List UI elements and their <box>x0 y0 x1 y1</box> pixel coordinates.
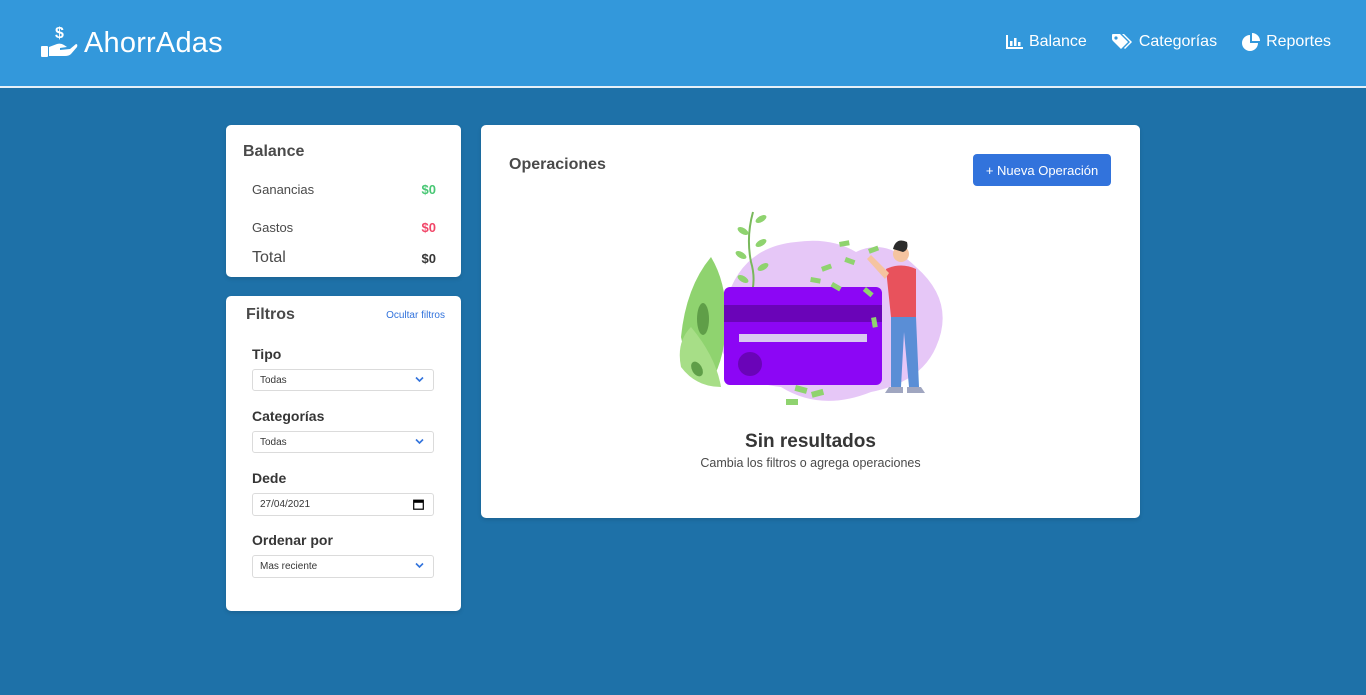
chevron-down-icon <box>415 437 424 449</box>
navbar: $ AhorrAdas Balance Categorías Reportes <box>0 0 1366 88</box>
hide-filters-link[interactable]: Ocultar filtros <box>386 310 445 321</box>
ordenar-select[interactable]: Mas reciente <box>252 555 434 578</box>
ganancias-label: Ganancias <box>252 182 315 197</box>
nav-balance-label: Balance <box>1028 33 1087 50</box>
chart-pie-icon <box>1242 33 1261 51</box>
chevron-down-icon <box>415 561 424 573</box>
total-label: Total <box>252 249 286 266</box>
ganancias-value: $0 <box>421 182 436 197</box>
gastos-row: Gastos $0 <box>252 220 436 235</box>
new-operation-button[interactable]: + Nueva Operación <box>973 154 1111 186</box>
nav-categorias[interactable]: Categorías <box>1111 33 1218 51</box>
total-value: $0 <box>421 250 436 266</box>
nav-balance[interactable]: Balance <box>1005 33 1087 51</box>
ordenar-select-value: Mas reciente <box>260 561 318 572</box>
brand[interactable]: $ AhorrAdas <box>40 24 223 63</box>
brand-name: AhorrAdas <box>84 27 223 59</box>
empty-state-illustration <box>671 207 961 417</box>
ordenar-label: Ordenar por <box>252 532 333 548</box>
desde-date-value: 27/04/2021 <box>260 499 311 510</box>
gastos-label: Gastos <box>252 220 294 235</box>
balance-title: Balance <box>243 143 305 160</box>
empty-state-title: Sin resultados <box>745 431 876 452</box>
filters-card: Filtros Ocultar filtros Tipo Todas Categ… <box>226 296 461 611</box>
ganancias-row: Ganancias $0 <box>252 182 436 197</box>
tags-icon <box>1111 34 1133 50</box>
nav-reportes[interactable]: Reportes <box>1242 33 1331 51</box>
operations-title: Operaciones <box>509 156 606 173</box>
total-row: Total $0 <box>252 249 436 267</box>
nav-reportes-label: Reportes <box>1266 33 1331 50</box>
desde-date-input[interactable]: 27/04/2021 <box>252 493 434 516</box>
hand-holding-usd-icon: $ <box>40 24 78 63</box>
tipo-select[interactable]: Todas <box>252 369 434 391</box>
balance-card: Balance Ganancias $0 Gastos $0 Total $0 <box>226 125 461 277</box>
chevron-down-icon <box>415 375 424 387</box>
operations-card: Operaciones + Nueva Operación Sin result… <box>481 125 1140 518</box>
desde-label: Dede <box>252 470 287 486</box>
nav-links: Balance Categorías Reportes <box>1005 33 1331 51</box>
gastos-value: $0 <box>421 220 436 235</box>
calendar-icon[interactable] <box>413 499 424 513</box>
tipo-label: Tipo <box>252 346 282 362</box>
categorias-select[interactable]: Todas <box>252 431 434 453</box>
empty-state-subtitle: Cambia los filtros o agrega operaciones <box>700 456 921 470</box>
svg-text:$: $ <box>55 25 64 42</box>
chart-bar-icon <box>1005 35 1023 49</box>
nav-categorias-label: Categorías <box>1138 33 1218 50</box>
categorias-select-value: Todas <box>260 436 287 448</box>
filters-title: Filtros <box>246 306 295 323</box>
categorias-label: Categorías <box>252 408 325 424</box>
tipo-select-value: Todas <box>260 374 287 386</box>
